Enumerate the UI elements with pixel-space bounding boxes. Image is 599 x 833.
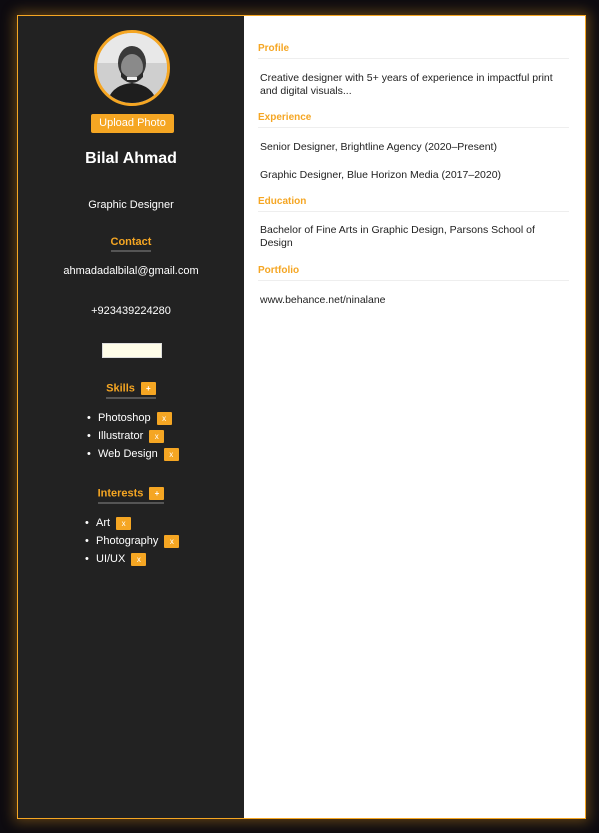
interests-heading-text: Interests <box>97 487 144 500</box>
interests-heading-label: Interests + <box>97 487 165 504</box>
bullet: • <box>85 517 89 529</box>
avatar <box>94 30 170 106</box>
remove-interest-button[interactable]: x <box>164 534 180 548</box>
contact-heading-label: Contact <box>110 236 152 252</box>
email-text: ahmadadalbilal@gmail.com <box>63 265 199 277</box>
person-name: Bilal Ahmad <box>85 150 177 167</box>
add-skill-button[interactable]: + <box>140 382 156 395</box>
upload-photo-button[interactable]: Upload Photo <box>91 114 174 133</box>
list-item: • Photoshop x <box>87 409 179 427</box>
interest-label: UI/UX <box>96 553 126 565</box>
bullet: • <box>87 448 91 460</box>
person-photo <box>97 33 167 103</box>
experience-item: Senior Designer, Brightline Agency (2020… <box>260 141 497 153</box>
skills-heading-text: Skills <box>106 382 135 395</box>
remove-skill-button[interactable]: x <box>149 429 165 443</box>
profile-heading: Profile <box>258 43 569 59</box>
empty-input-field[interactable] <box>102 343 162 358</box>
main-content: Profile Creative designer with 5+ years … <box>244 16 585 818</box>
interests-heading: Interests + <box>18 487 244 504</box>
interests-list: • Art x • Photography x • UI/UX x <box>85 514 180 568</box>
list-item: • Illustrator x <box>87 427 179 445</box>
skill-label: Photoshop <box>98 412 151 424</box>
job-title: Graphic Designer <box>88 199 174 211</box>
skills-list: • Photoshop x • Illustrator x • Web Design x <box>87 409 179 463</box>
bullet: • <box>87 430 91 442</box>
portfolio-link[interactable]: www.behance.net/ninalane <box>260 294 569 307</box>
remove-skill-button[interactable]: x <box>156 411 172 425</box>
skills-heading-label: Skills + <box>106 382 156 399</box>
remove-interest-button[interactable]: x <box>116 516 132 530</box>
sidebar: Upload Photo Bilal Ahmad Graphic Designe… <box>18 16 244 818</box>
experience-heading: Experience <box>258 112 569 128</box>
skill-label: Web Design <box>98 448 158 460</box>
list-item: • Art x <box>85 514 179 532</box>
profile-text: Creative designer with 5+ years of exper… <box>260 72 553 97</box>
education-heading: Education <box>258 196 569 212</box>
portfolio-heading: Portfolio <box>258 265 569 281</box>
remove-skill-button[interactable]: x <box>163 447 179 461</box>
skills-heading: Skills + <box>18 382 244 399</box>
bullet: • <box>85 553 89 565</box>
education-text: Bachelor of Fine Arts in Graphic Design,… <box>260 224 535 249</box>
add-interest-button[interactable]: + <box>149 487 165 500</box>
bullet: • <box>87 412 91 424</box>
remove-interest-button[interactable]: x <box>131 552 147 566</box>
list-item: • Web Design x <box>87 445 179 463</box>
list-item: • Photography x <box>85 532 180 550</box>
contact-heading: Contact <box>18 236 244 252</box>
skill-label: Illustrator <box>98 430 144 442</box>
experience-item: Graphic Designer, Blue Horizon Media (20… <box>260 169 502 181</box>
interest-label: Photography <box>96 535 159 547</box>
resume-card: Upload Photo Bilal Ahmad Graphic Designe… <box>17 15 586 819</box>
interest-label: Art <box>96 517 111 529</box>
list-item: • UI/UX x <box>85 550 179 568</box>
bullet: • <box>85 535 89 547</box>
phone-text: +923439224280 <box>91 305 171 317</box>
